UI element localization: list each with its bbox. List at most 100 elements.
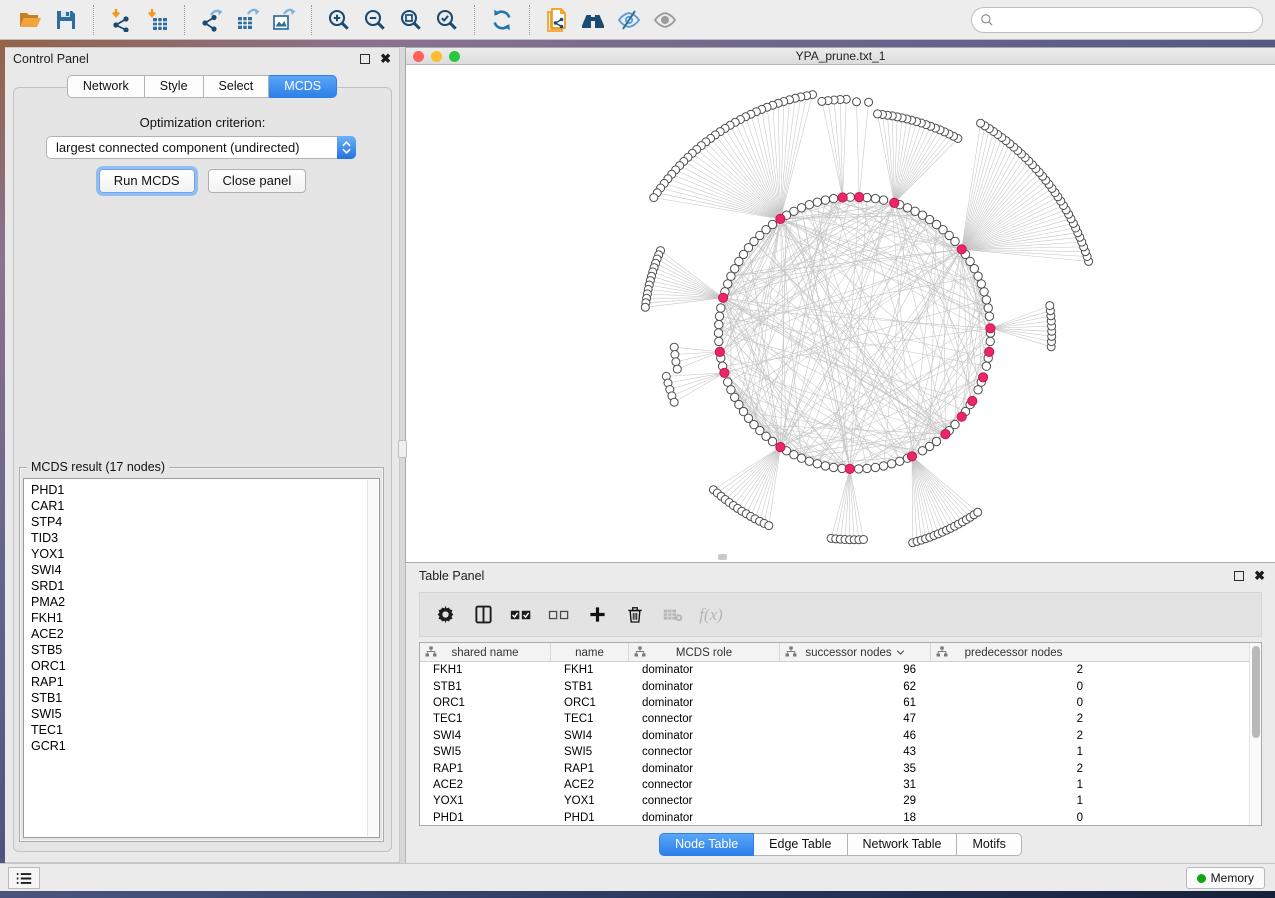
table-toolbar: f(x) [419,592,1262,637]
export-network-button[interactable] [194,4,230,36]
export-table-button[interactable] [230,4,266,36]
column-header-successor-nodes[interactable]: successor nodes [780,643,931,662]
tab-edge-table[interactable]: Edge Table [754,833,847,856]
table-row[interactable]: RAP1RAP1dominator352 [420,760,1249,776]
table-settings-button[interactable] [426,597,464,633]
mcds-result-item[interactable]: ORC1 [31,658,379,674]
clear-selection-button[interactable] [540,597,578,633]
open-session-button[interactable] [12,4,48,36]
zoom-fit-button[interactable] [393,4,429,36]
column-header-mcds-role[interactable]: MCDS role [629,643,780,662]
export-network-icon [200,8,224,32]
float-window-icon[interactable] [1234,571,1244,581]
hierarchy-icon [936,646,948,658]
select-all-button[interactable] [502,597,540,633]
import-network-button[interactable] [103,4,139,36]
delete-column-button[interactable] [616,597,654,633]
empty-checkboxes-icon [548,607,570,623]
mcds-result-list[interactable]: PHD1CAR1STP4TID3YOX1SWI4SRD1PMA2FKH1ACE2… [23,478,380,838]
column-header-name[interactable]: name [551,643,629,662]
mcds-result-item[interactable]: FKH1 [31,610,379,626]
run-mcds-button[interactable]: Run MCDS [99,169,195,193]
import-table-button[interactable] [139,4,175,36]
mcds-result-item[interactable]: PMA2 [31,594,379,610]
tab-style[interactable]: Style [145,75,204,98]
mcds-result-item[interactable]: GCR1 [31,738,379,754]
close-panel-button[interactable]: Close panel [208,169,307,193]
table-row[interactable]: PHD1PHD1dominator180 [420,810,1249,825]
table-row[interactable]: TEC1TEC1connector472 [420,711,1249,727]
network-titlebar[interactable]: YPA_prune.txt_1 [406,48,1275,65]
mcds-result-item[interactable]: ACE2 [31,626,379,642]
close-panel-icon[interactable]: ✖ [1254,571,1265,581]
search-box[interactable] [971,7,1263,33]
table-row[interactable]: FKH1FKH1dominator962 [420,662,1249,678]
mcds-result-item[interactable]: SWI5 [31,706,379,722]
zoom-selected-button[interactable] [429,4,465,36]
apply-layout-button[interactable] [484,4,520,36]
table-scrollbar-thumb[interactable] [1252,646,1260,738]
save-session-button[interactable] [48,4,84,36]
column-label: successor nodes [805,647,891,659]
column-header-shared-name[interactable]: shared name [420,643,551,662]
tab-network-table[interactable]: Network Table [848,833,958,856]
node-table-body[interactable]: FKH1FKH1dominator962STB1STB1dominator620… [420,662,1249,825]
mcds-result-item[interactable]: YOX1 [31,546,379,562]
table-row[interactable]: SWI5SWI5connector431 [420,744,1249,760]
table-row[interactable]: ACE2ACE2connector311 [420,777,1249,793]
mcds-result-item[interactable]: RAP1 [31,674,379,690]
column-header-predecessor-nodes[interactable]: predecessor nodes [931,643,1096,662]
hide-selected-button[interactable] [611,4,647,36]
mcds-result-item[interactable]: STB5 [31,642,379,658]
tab-select[interactable]: Select [204,75,270,98]
columns-icon [474,605,493,624]
splitter-handle[interactable] [398,440,407,458]
add-column-button[interactable] [578,597,616,633]
zoom-out-button[interactable] [357,4,393,36]
table-cell: 31 [780,779,931,791]
task-history-button[interactable] [8,867,40,889]
find-button[interactable] [575,4,611,36]
export-image-button[interactable] [266,4,302,36]
function-builder-button: f(x) [692,597,730,633]
tab-mcds[interactable]: MCDS [269,75,337,98]
zoom-in-button[interactable] [321,4,357,36]
mcds-result-item[interactable]: STB1 [31,690,379,706]
criterion-dropdown[interactable]: largest connected component (undirected) [46,136,356,159]
delete-table-icon [663,607,683,623]
mcds-result-item[interactable]: STP4 [31,514,379,530]
network-canvas[interactable] [406,65,1275,562]
table-row[interactable]: ORC1ORC1dominator610 [420,695,1249,711]
float-window-icon[interactable] [360,54,370,64]
table-cell: SWI4 [420,730,551,742]
control-panel: Control Panel ✖ Network Style Select MCD… [5,47,400,863]
show-columns-button[interactable] [464,597,502,633]
close-panel-icon[interactable]: ✖ [380,54,391,64]
mcds-result-item[interactable]: TID3 [31,530,379,546]
table-row[interactable]: STB1STB1dominator620 [420,678,1249,694]
mcds-result-item[interactable]: SWI4 [31,562,379,578]
mcds-result-item[interactable]: PHD1 [31,482,379,498]
memory-button[interactable]: Memory [1186,867,1265,889]
mcds-result-item[interactable]: TEC1 [31,722,379,738]
table-scrollbar[interactable] [1249,643,1261,825]
tab-network[interactable]: Network [67,75,145,98]
show-hidden-button [647,4,683,36]
network-graph[interactable] [406,65,1275,562]
table-row[interactable]: YOX1YOX1connector291 [420,793,1249,809]
clone-network-button[interactable] [539,4,575,36]
network-hscroll-thumb[interactable] [718,554,727,560]
memory-label: Memory [1211,871,1254,885]
mcds-list-scrollbar[interactable] [367,480,378,836]
tab-node-table[interactable]: Node Table [659,833,754,856]
search-input[interactable] [994,10,1262,30]
save-floppy-icon [54,8,78,32]
table-row[interactable]: SWI4SWI4dominator462 [420,728,1249,744]
table-cell: FKH1 [551,664,629,676]
hierarchy-icon [634,646,646,658]
tab-motifs[interactable]: Motifs [957,833,1021,856]
table-cell: RAP1 [420,763,551,775]
mcds-result-item[interactable]: SRD1 [31,578,379,594]
mcds-result-item[interactable]: CAR1 [31,498,379,514]
eye-slash-icon [617,8,641,32]
